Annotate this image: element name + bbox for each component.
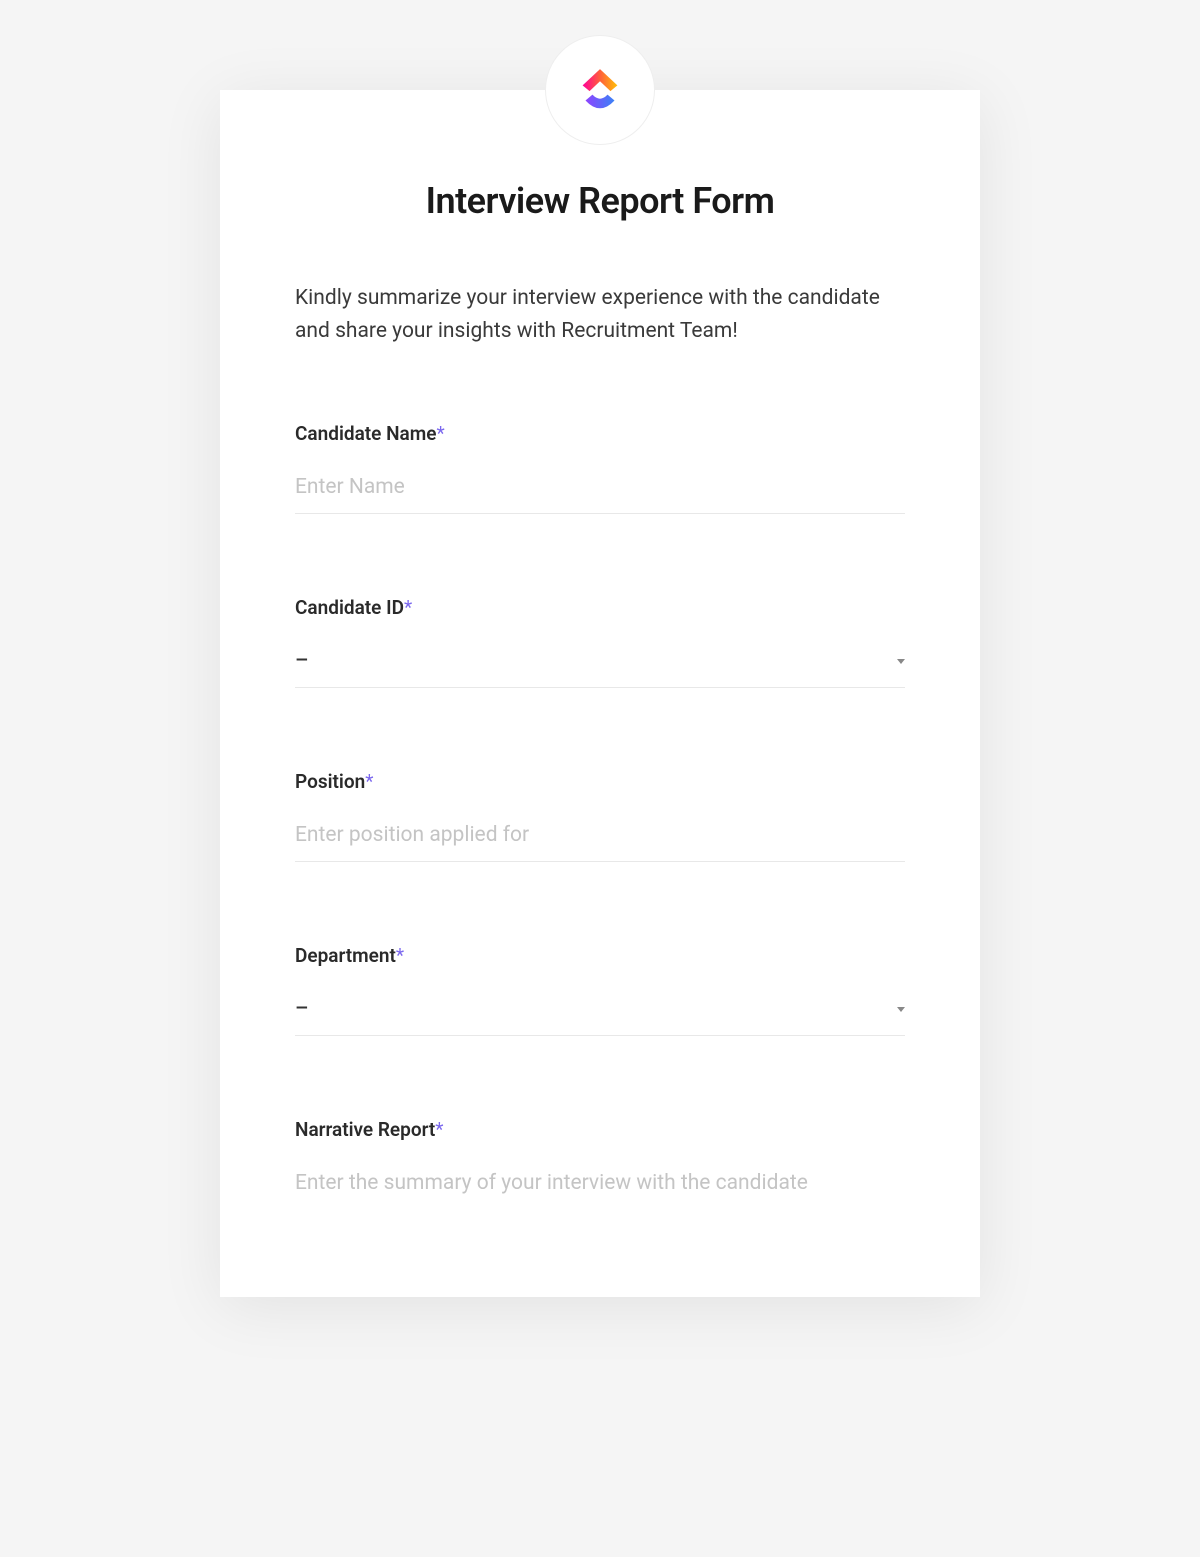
label-text: Position bbox=[295, 770, 365, 793]
candidate-name-label: Candidate Name* bbox=[295, 422, 905, 445]
position-label: Position* bbox=[295, 770, 905, 793]
required-indicator: * bbox=[396, 944, 404, 967]
logo-container bbox=[545, 35, 655, 145]
required-indicator: * bbox=[435, 1118, 443, 1141]
label-text: Department bbox=[295, 944, 396, 967]
field-position: Position* bbox=[295, 770, 905, 862]
narrative-report-input[interactable] bbox=[295, 1163, 905, 1233]
label-text: Candidate Name bbox=[295, 422, 436, 445]
required-indicator: * bbox=[365, 770, 373, 793]
label-text: Candidate ID bbox=[295, 596, 404, 619]
narrative-report-label: Narrative Report* bbox=[295, 1118, 905, 1141]
label-text: Narrative Report bbox=[295, 1118, 435, 1141]
chevron-down-icon bbox=[897, 659, 905, 664]
candidate-id-dropdown[interactable]: – bbox=[295, 641, 905, 688]
chevron-down-icon bbox=[897, 1007, 905, 1012]
candidate-name-input[interactable] bbox=[295, 467, 905, 514]
field-department: Department* – bbox=[295, 944, 905, 1036]
form-title: Interview Report Form bbox=[295, 180, 905, 222]
brand-logo-icon bbox=[571, 61, 629, 119]
field-candidate-name: Candidate Name* bbox=[295, 422, 905, 514]
department-dropdown[interactable]: – bbox=[295, 989, 905, 1036]
required-indicator: * bbox=[436, 422, 444, 445]
dropdown-selected-value: – bbox=[295, 649, 308, 673]
form-description: Kindly summarize your interview experien… bbox=[295, 282, 905, 347]
form-card: Interview Report Form Kindly summarize y… bbox=[220, 90, 980, 1297]
position-input[interactable] bbox=[295, 815, 905, 862]
field-candidate-id: Candidate ID* – bbox=[295, 596, 905, 688]
department-label: Department* bbox=[295, 944, 905, 967]
candidate-id-label: Candidate ID* bbox=[295, 596, 905, 619]
dropdown-selected-value: – bbox=[295, 997, 308, 1021]
field-narrative-report: Narrative Report* bbox=[295, 1118, 905, 1237]
required-indicator: * bbox=[404, 596, 412, 619]
